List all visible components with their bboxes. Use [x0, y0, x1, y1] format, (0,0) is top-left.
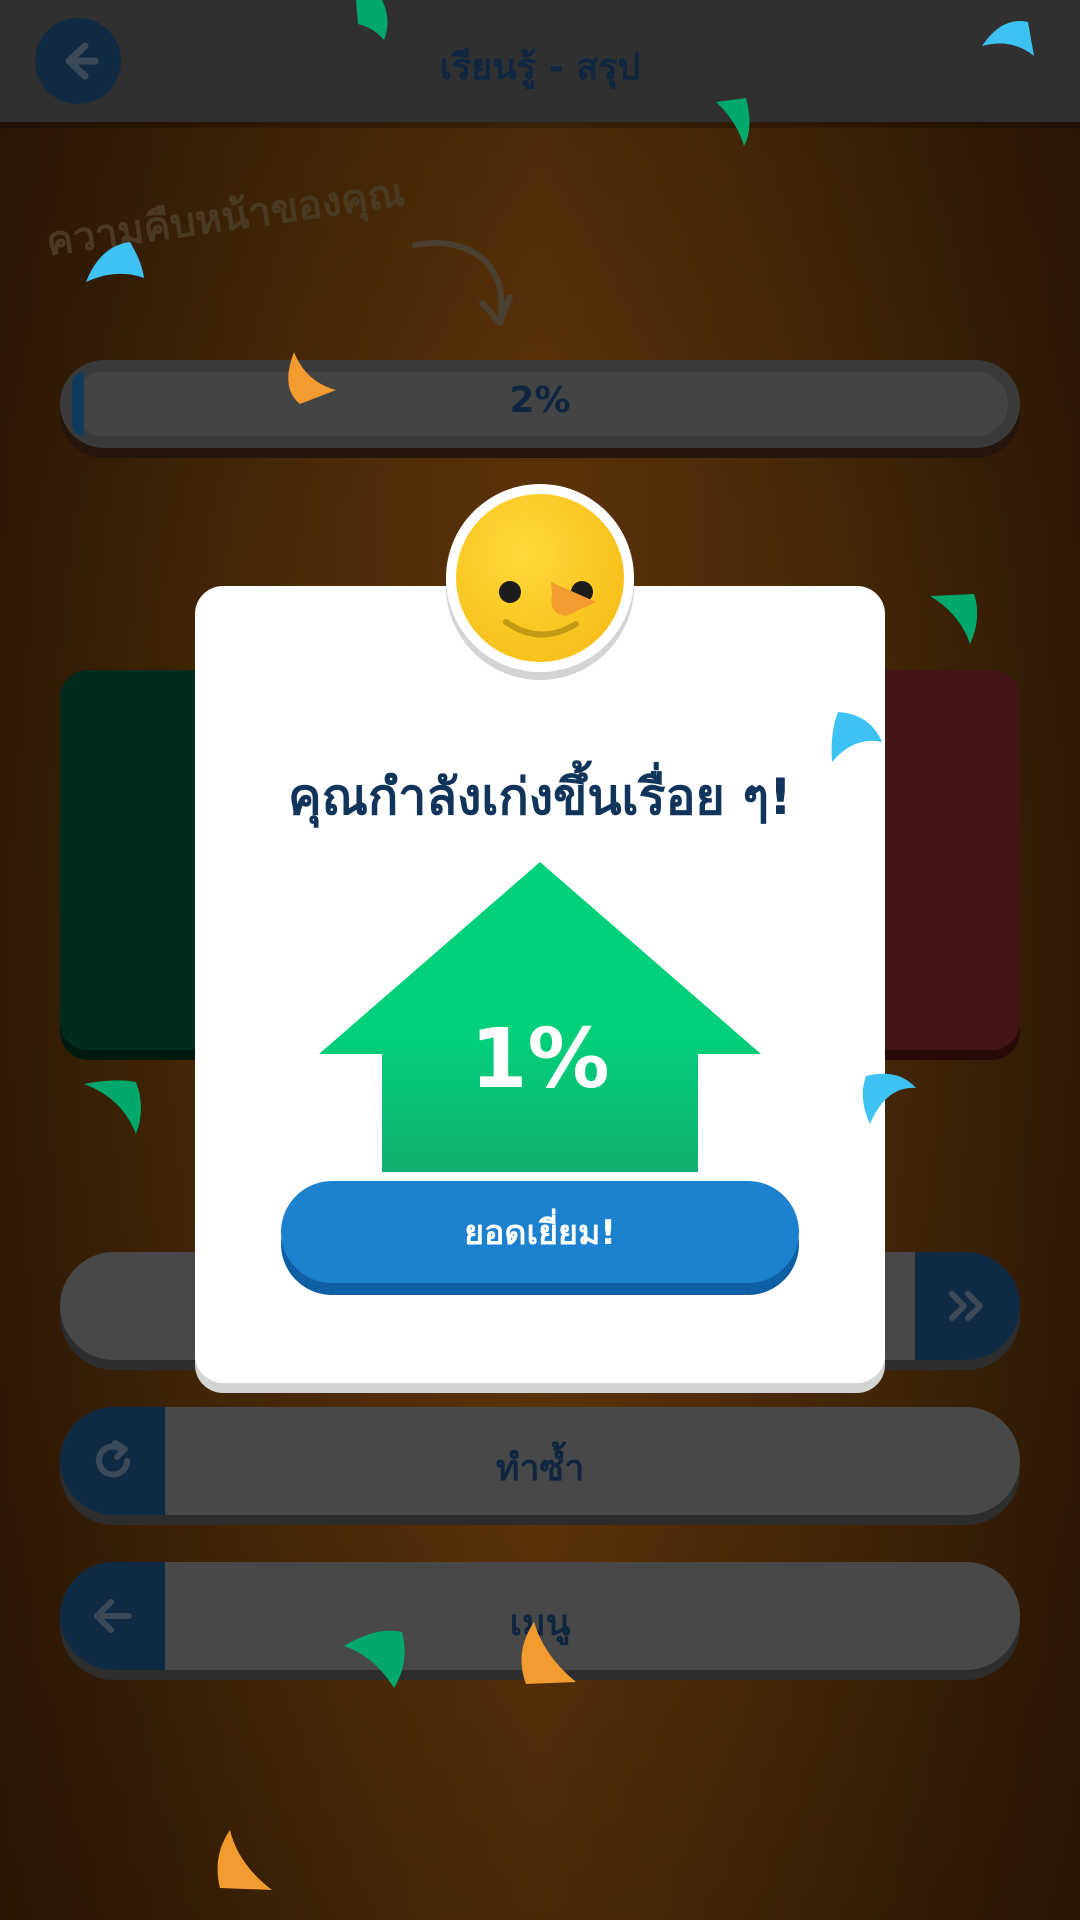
page-title: เรียนรู้ - สรุป	[439, 47, 641, 88]
mascot-avatar	[446, 484, 634, 672]
improvement-arrow: 1%	[319, 862, 761, 1172]
improvement-percent: 1%	[470, 1012, 610, 1107]
smiling-bird-icon	[456, 494, 624, 662]
confetti-piece	[982, 21, 1034, 56]
confetti-piece	[862, 1073, 916, 1124]
curved-arrow-icon	[412, 240, 513, 326]
confetti-piece	[930, 594, 978, 644]
progress-percent: 2%	[509, 380, 571, 421]
confetti-piece	[356, 0, 388, 40]
confetti-piece	[84, 1080, 141, 1134]
repeat-button[interactable]: ทำซ้ำ	[60, 1407, 1020, 1515]
confetti-piece	[344, 1630, 405, 1688]
achievement-dialog: คุณกำลังเก่งขึ้นเรื่อย ๆ! 1% ยอดเยี่ยม!	[195, 586, 885, 1383]
confetti-piece	[831, 712, 882, 762]
confetti-piece	[521, 1622, 576, 1684]
double-chevron-right-icon	[948, 1291, 983, 1321]
confetti-piece	[217, 1830, 272, 1890]
confetti-piece	[288, 352, 336, 404]
progress-bar: 2%	[60, 360, 1020, 448]
dialog-title: คุณกำลังเก่งขึ้นเรื่อย ๆ!	[288, 768, 792, 826]
repeat-label: ทำซ้ำ	[495, 1448, 585, 1489]
awesome-button-label: ยอดเยี่ยม!	[464, 1213, 616, 1253]
confetti-piece	[716, 98, 750, 146]
awesome-button[interactable]: ยอดเยี่ยม!	[281, 1181, 799, 1283]
confetti-piece	[86, 242, 144, 282]
top-bar: เรียนรู้ - สรุป	[0, 0, 1080, 122]
